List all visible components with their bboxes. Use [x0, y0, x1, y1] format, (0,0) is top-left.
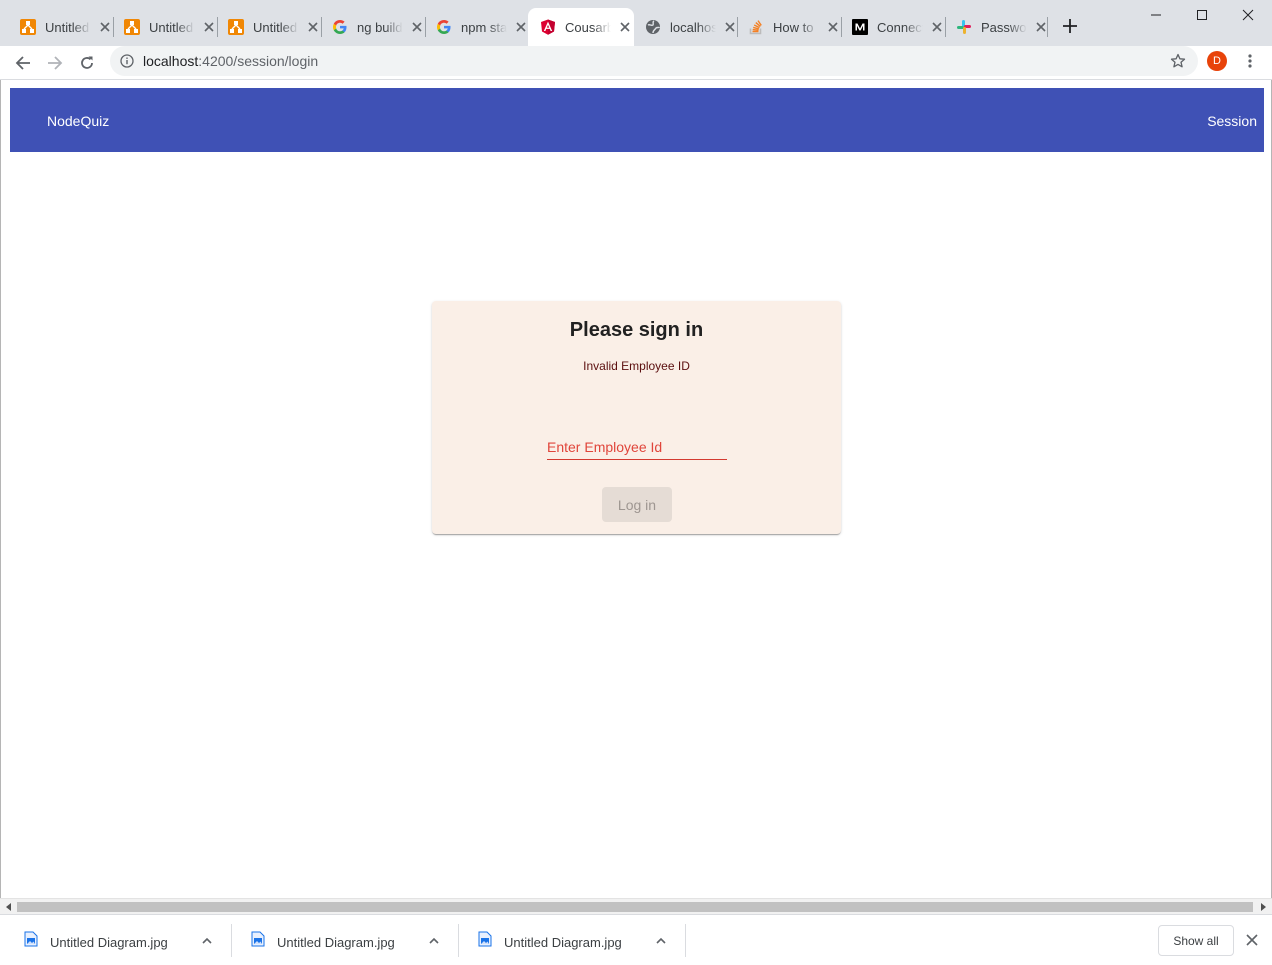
close-icon[interactable]: [97, 19, 113, 35]
show-all-downloads-button[interactable]: Show all: [1158, 925, 1234, 956]
app-toolbar: NodeQuiz Session: [10, 88, 1264, 152]
employee-id-field[interactable]: Enter Employee Id: [547, 434, 727, 462]
chevron-up-icon[interactable]: [199, 932, 215, 948]
more-vert-icon: [1248, 54, 1252, 68]
download-item[interactable]: Untitled Diagram.jpg: [0, 915, 227, 965]
tab-title: Connect: [877, 19, 923, 35]
download-item[interactable]: Untitled Diagram.jpg: [227, 915, 454, 965]
reload-button[interactable]: [73, 49, 101, 77]
tab-strip: Untitled Diagram Untitled Diagram Untitl…: [0, 0, 1272, 46]
arrow-left-icon: [15, 56, 30, 70]
download-separator: [685, 924, 686, 957]
close-icon[interactable]: [305, 19, 321, 35]
info-icon[interactable]: [119, 53, 135, 69]
angular-icon: [540, 19, 556, 35]
drawio-icon: [228, 19, 244, 35]
tab-title: npm start: [461, 19, 507, 35]
scrollbar-thumb[interactable]: [17, 902, 1253, 912]
chevron-up-icon[interactable]: [653, 932, 669, 948]
app-brand[interactable]: NodeQuiz: [47, 113, 109, 129]
minimize-button[interactable]: [1133, 0, 1179, 30]
close-icon[interactable]: [825, 19, 841, 35]
download-filename: Untitled Diagram.jpg: [50, 935, 168, 950]
window-close-button[interactable]: [1225, 0, 1271, 30]
globe-icon: [645, 19, 661, 35]
address-bar[interactable]: localhost:4200/session/login: [110, 46, 1198, 76]
tab-how-to[interactable]: How to: [736, 8, 841, 46]
tab-title: localhost: [670, 19, 716, 35]
horizontal-scrollbar[interactable]: [0, 898, 1272, 914]
arrow-right-icon: [48, 56, 63, 70]
browser-menu-button[interactable]: [1240, 51, 1260, 71]
field-underline: [547, 459, 727, 460]
forward-button[interactable]: [41, 49, 69, 77]
bookmark-star-icon[interactable]: [1170, 53, 1186, 69]
tab-npm-start[interactable]: npm start: [424, 8, 529, 46]
new-tab-button[interactable]: [1059, 15, 1081, 37]
tab-separator: [1047, 17, 1048, 37]
image-file-icon: [478, 931, 492, 947]
close-icon[interactable]: [929, 19, 945, 35]
image-file-icon: [251, 931, 265, 947]
medium-icon: [852, 19, 868, 35]
login-card: Please sign in Invalid Employee ID Enter…: [432, 301, 841, 534]
close-icon[interactable]: [1244, 932, 1260, 948]
slack-icon: [956, 19, 972, 35]
chevron-up-icon[interactable]: [426, 932, 442, 948]
url-path: :4200/session/login: [198, 53, 319, 69]
maximize-icon: [1197, 10, 1207, 20]
google-icon: [436, 19, 452, 35]
google-icon: [332, 19, 348, 35]
close-icon[interactable]: [201, 19, 217, 35]
close-icon[interactable]: [513, 19, 529, 35]
tab-ng-build[interactable]: ng build: [320, 8, 425, 46]
tab-untitled-diagram-1[interactable]: Untitled Diagram: [8, 8, 113, 46]
drawio-icon: [20, 19, 36, 35]
employee-id-input[interactable]: [547, 434, 727, 458]
plus-icon: [1063, 19, 1077, 33]
login-error-message: Invalid Employee ID: [583, 359, 690, 373]
login-title: Please sign in: [569, 319, 704, 341]
page-viewport: NodeQuiz Session Please sign in Invalid …: [0, 80, 1272, 900]
back-button[interactable]: [9, 49, 37, 77]
download-filename: Untitled Diagram.jpg: [277, 935, 395, 950]
tab-title: How to: [773, 19, 814, 35]
close-icon[interactable]: [617, 19, 633, 35]
maximize-button[interactable]: [1179, 0, 1225, 30]
tab-untitled-diagram-2[interactable]: Untitled Diagram: [112, 8, 217, 46]
tab-title: Cousarb: [565, 19, 611, 35]
url-text: localhost:4200/session/login: [143, 53, 318, 69]
tab-title: Untitled Diagram: [149, 19, 195, 35]
download-shelf: Untitled Diagram.jpg Untitled Diagram.jp…: [0, 914, 1272, 965]
url-host: localhost: [143, 53, 199, 69]
close-icon[interactable]: [409, 19, 425, 35]
tab-title: ng build: [357, 19, 403, 35]
tab-title: Password: [981, 19, 1027, 35]
login-button[interactable]: Log in: [602, 487, 672, 522]
drawio-icon: [124, 19, 140, 35]
tab-localhost[interactable]: localhost: [633, 8, 738, 46]
tab-connect[interactable]: Connect: [840, 8, 945, 46]
image-file-icon: [24, 931, 38, 947]
tab-cousarb[interactable]: Cousarb: [528, 8, 634, 46]
download-filename: Untitled Diagram.jpg: [504, 935, 622, 950]
scroll-right-icon[interactable]: [1258, 902, 1268, 912]
tab-password[interactable]: Password: [944, 8, 1049, 46]
tab-untitled-diagram-3[interactable]: Untitled Diagram: [216, 8, 321, 46]
profile-avatar[interactable]: D: [1207, 51, 1227, 71]
reload-icon: [81, 56, 93, 69]
tab-title: Untitled Diagram: [253, 19, 299, 35]
scroll-left-icon[interactable]: [4, 902, 14, 912]
tab-title: Untitled Diagram: [45, 19, 91, 35]
stackoverflow-icon: [748, 19, 764, 35]
nav-session-link[interactable]: Session: [1207, 113, 1257, 129]
close-icon: [1242, 9, 1254, 21]
browser-toolbar: localhost:4200/session/login D: [0, 46, 1272, 80]
minimize-icon: [1151, 14, 1161, 16]
download-item[interactable]: Untitled Diagram.jpg: [454, 915, 681, 965]
